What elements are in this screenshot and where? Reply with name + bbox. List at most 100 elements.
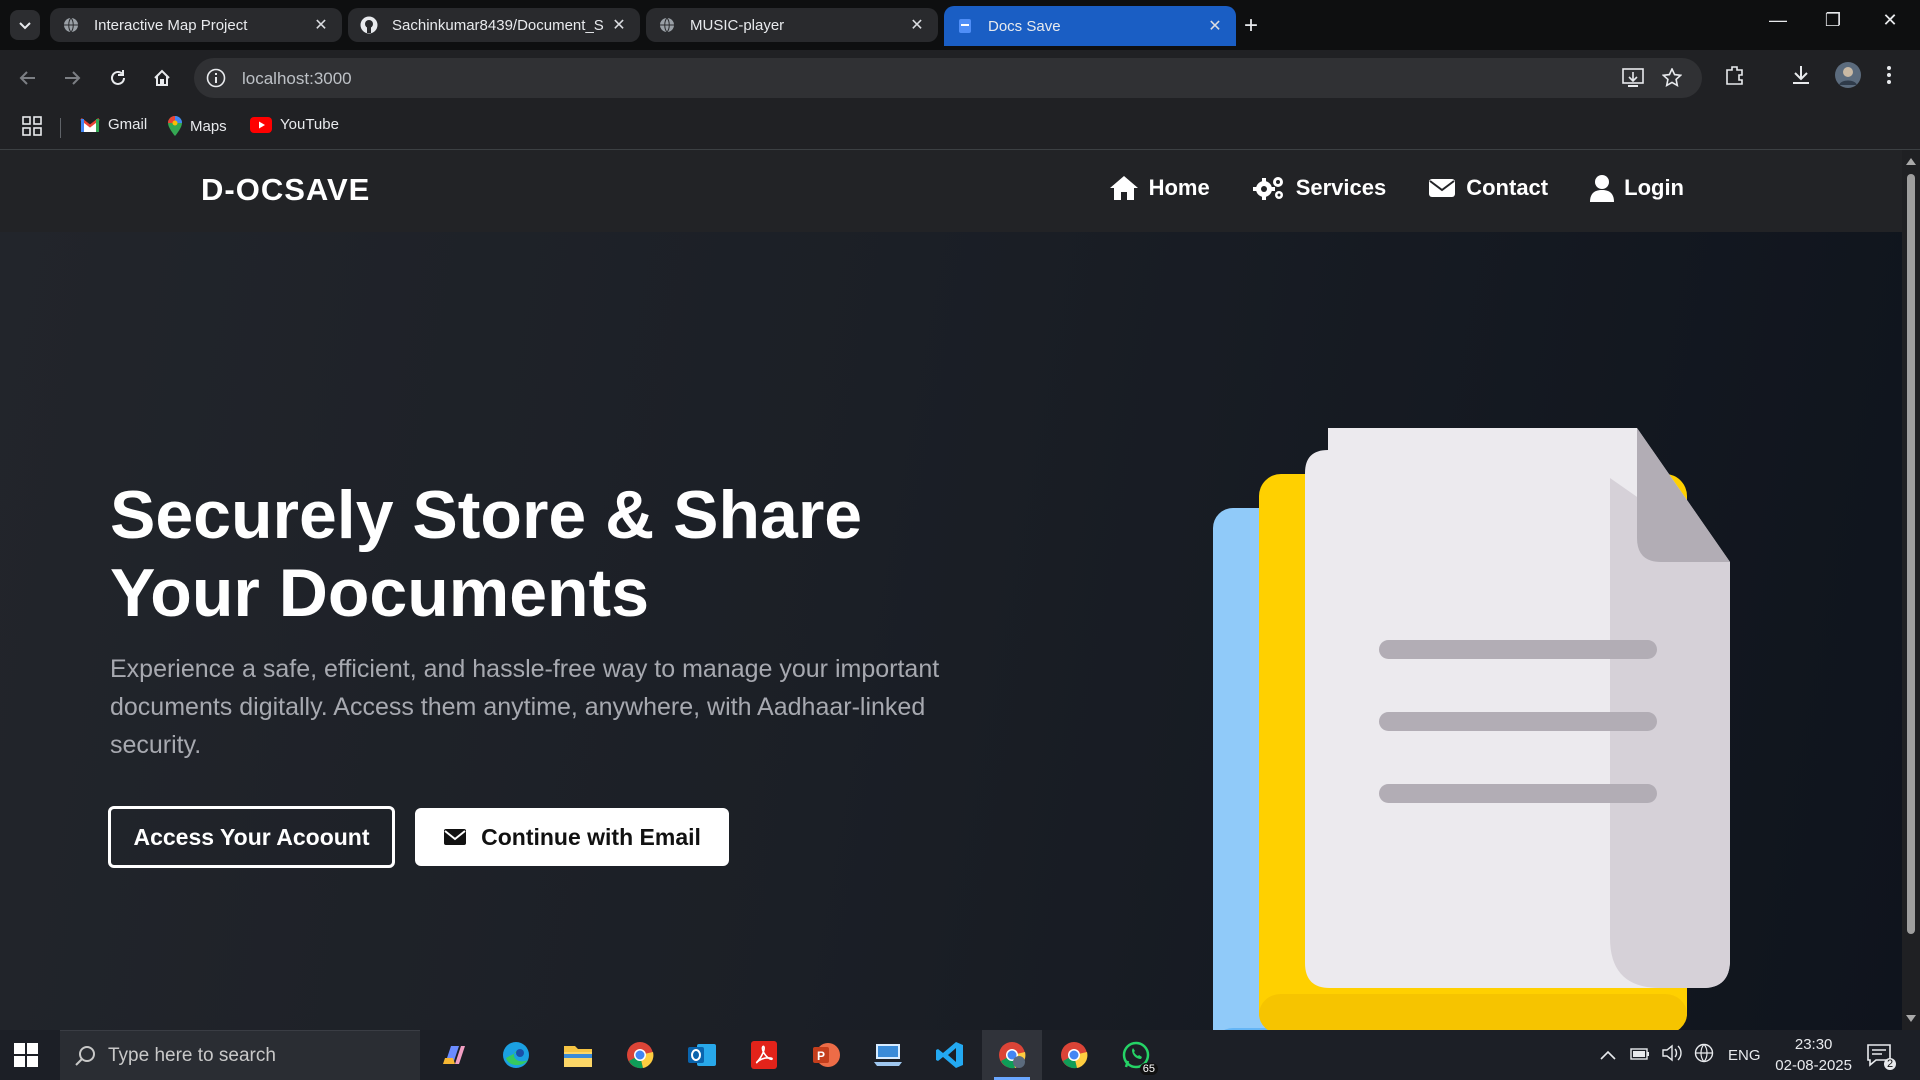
- tab-title: Interactive Map Project: [94, 16, 248, 34]
- browser-chrome: Interactive Map Project ✕ Sachinkumar843…: [0, 0, 1920, 150]
- nav-login-label: Login: [1624, 175, 1684, 200]
- rdp-icon[interactable]: [858, 1030, 918, 1080]
- home-icon: [1109, 176, 1138, 200]
- window-close-icon[interactable]: ✕: [1870, 10, 1910, 31]
- nav-contact[interactable]: Contact: [1428, 174, 1548, 202]
- new-tab-button[interactable]: +: [1244, 12, 1258, 40]
- download-icon[interactable]: [1790, 64, 1812, 91]
- taskbar-search-box[interactable]: Type here to search: [60, 1030, 420, 1080]
- continue-email-button[interactable]: Continue with Email: [415, 808, 729, 866]
- outlook-icon[interactable]: [672, 1030, 732, 1080]
- access-account-button[interactable]: Access Your Acoount: [108, 806, 395, 868]
- scroll-up-arrow-icon[interactable]: [1906, 158, 1916, 165]
- tab-interactive-map[interactable]: Interactive Map Project ✕: [50, 8, 342, 42]
- file-explorer-icon[interactable]: [548, 1030, 608, 1080]
- search-icon: [75, 1045, 95, 1066]
- network-globe-icon[interactable]: [1694, 1043, 1714, 1067]
- nav-home[interactable]: Home: [1109, 174, 1210, 202]
- tab-title: MUSIC-player: [690, 16, 785, 34]
- gmail-icon: [80, 117, 100, 133]
- globe-icon: [62, 16, 80, 34]
- document-line: [1379, 640, 1657, 659]
- bookmark-star-icon[interactable]: [1661, 67, 1683, 93]
- volume-icon[interactable]: [1662, 1044, 1682, 1066]
- install-app-icon[interactable]: [1622, 68, 1644, 93]
- gears-icon: [1252, 177, 1283, 200]
- site-info-icon[interactable]: [206, 68, 226, 93]
- tab-github[interactable]: Sachinkumar8439/Document_S ✕: [348, 8, 640, 42]
- whatsapp-badge: 65: [1139, 1063, 1158, 1075]
- reload-icon[interactable]: [104, 64, 132, 92]
- bookmark-maps[interactable]: Maps: [168, 116, 227, 136]
- scroll-down-arrow-icon[interactable]: [1906, 1015, 1916, 1022]
- document-line: [1379, 712, 1657, 731]
- battery-icon[interactable]: [1630, 1047, 1650, 1064]
- github-icon: [360, 16, 378, 34]
- system-tray: ENG: [1600, 1030, 1761, 1080]
- vscode-icon[interactable]: [920, 1030, 980, 1080]
- document-fold: [1637, 428, 1730, 562]
- back-icon[interactable]: [14, 64, 42, 92]
- envelope-icon: [1429, 179, 1456, 197]
- more-menu-icon[interactable]: [1886, 64, 1892, 91]
- home-icon[interactable]: [148, 64, 176, 92]
- nav-home-label: Home: [1148, 175, 1210, 200]
- chrome-icon[interactable]: [1044, 1030, 1104, 1080]
- chrome-icon[interactable]: [610, 1030, 670, 1080]
- chevron-down-icon: [19, 22, 31, 30]
- tab-title: Sachinkumar8439/Document_S: [392, 16, 604, 34]
- bookmark-label: YouTube: [280, 116, 339, 133]
- minimize-icon[interactable]: —: [1758, 10, 1798, 31]
- close-icon[interactable]: ✕: [1206, 16, 1224, 36]
- envelope-icon: [444, 829, 467, 845]
- close-icon[interactable]: ✕: [610, 15, 628, 35]
- browser-toolbar: localhost:3000: [0, 50, 1920, 106]
- apps-grid-icon[interactable]: [22, 116, 42, 136]
- bookmark-label: Gmail: [108, 116, 148, 133]
- documents-illustration: [1213, 428, 1730, 1030]
- tab-docs-save[interactable]: Docs Save ✕: [944, 6, 1236, 46]
- close-icon[interactable]: ✕: [312, 15, 330, 35]
- close-icon[interactable]: ✕: [908, 15, 926, 35]
- search-placeholder: Type here to search: [108, 1044, 276, 1066]
- restore-icon[interactable]: ❐: [1813, 10, 1853, 31]
- youtube-icon: [250, 116, 272, 133]
- bookmark-gmail[interactable]: Gmail: [80, 116, 147, 133]
- windows-taskbar: Type here to search P 65 ENG 23:30 02-08…: [0, 1030, 1920, 1080]
- scrollbar-thumb[interactable]: [1907, 174, 1915, 934]
- copilot-icon[interactable]: [424, 1030, 484, 1080]
- powerpoint-icon[interactable]: P: [796, 1030, 856, 1080]
- acrobat-icon[interactable]: [734, 1030, 794, 1080]
- bookmark-youtube[interactable]: YouTube: [250, 116, 339, 133]
- clock-date: 02-08-2025: [1775, 1057, 1852, 1074]
- page-scrollbar[interactable]: [1902, 150, 1920, 1030]
- site-logo[interactable]: D-OCSAVE: [201, 172, 370, 208]
- forward-icon[interactable]: [58, 64, 86, 92]
- extensions-icon[interactable]: [1724, 64, 1746, 91]
- nav-contact-label: Contact: [1466, 175, 1549, 200]
- nav-links: Home Services Contact Login: [1109, 174, 1684, 202]
- hero-title: Securely Store & Share Your Documents: [110, 477, 863, 631]
- whatsapp-icon[interactable]: 65: [1106, 1030, 1166, 1080]
- chevron-up-icon[interactable]: [1600, 1047, 1616, 1064]
- clock-time: 23:30: [1794, 1036, 1833, 1053]
- notification-center-icon[interactable]: 2: [1866, 1030, 1897, 1080]
- document-favicon-icon: [956, 17, 974, 35]
- url-text: localhost:3000: [242, 69, 352, 88]
- svg-text:P: P: [817, 1049, 825, 1063]
- tab-strip: Interactive Map Project ✕ Sachinkumar843…: [0, 0, 1920, 50]
- hero-section: Securely Store & Share Your Documents Ex…: [0, 232, 1902, 1030]
- tab-music-player[interactable]: MUSIC-player ✕: [646, 8, 938, 42]
- tab-search-button[interactable]: [10, 10, 40, 40]
- avatar[interactable]: [1834, 61, 1862, 94]
- address-bar[interactable]: localhost:3000: [194, 58, 1702, 98]
- site-navbar: D-OCSAVE Home Services Contact Login: [0, 150, 1902, 232]
- language-indicator[interactable]: ENG: [1728, 1047, 1761, 1064]
- chrome-profile-icon[interactable]: [982, 1030, 1042, 1080]
- nav-services[interactable]: Services: [1252, 174, 1386, 202]
- nav-login[interactable]: Login: [1590, 174, 1684, 202]
- maps-pin-icon: [168, 116, 182, 136]
- taskbar-clock[interactable]: 23:30 02-08-2025: [1775, 1034, 1852, 1076]
- windows-start-icon[interactable]: [14, 1043, 38, 1072]
- edge-icon[interactable]: [486, 1030, 546, 1080]
